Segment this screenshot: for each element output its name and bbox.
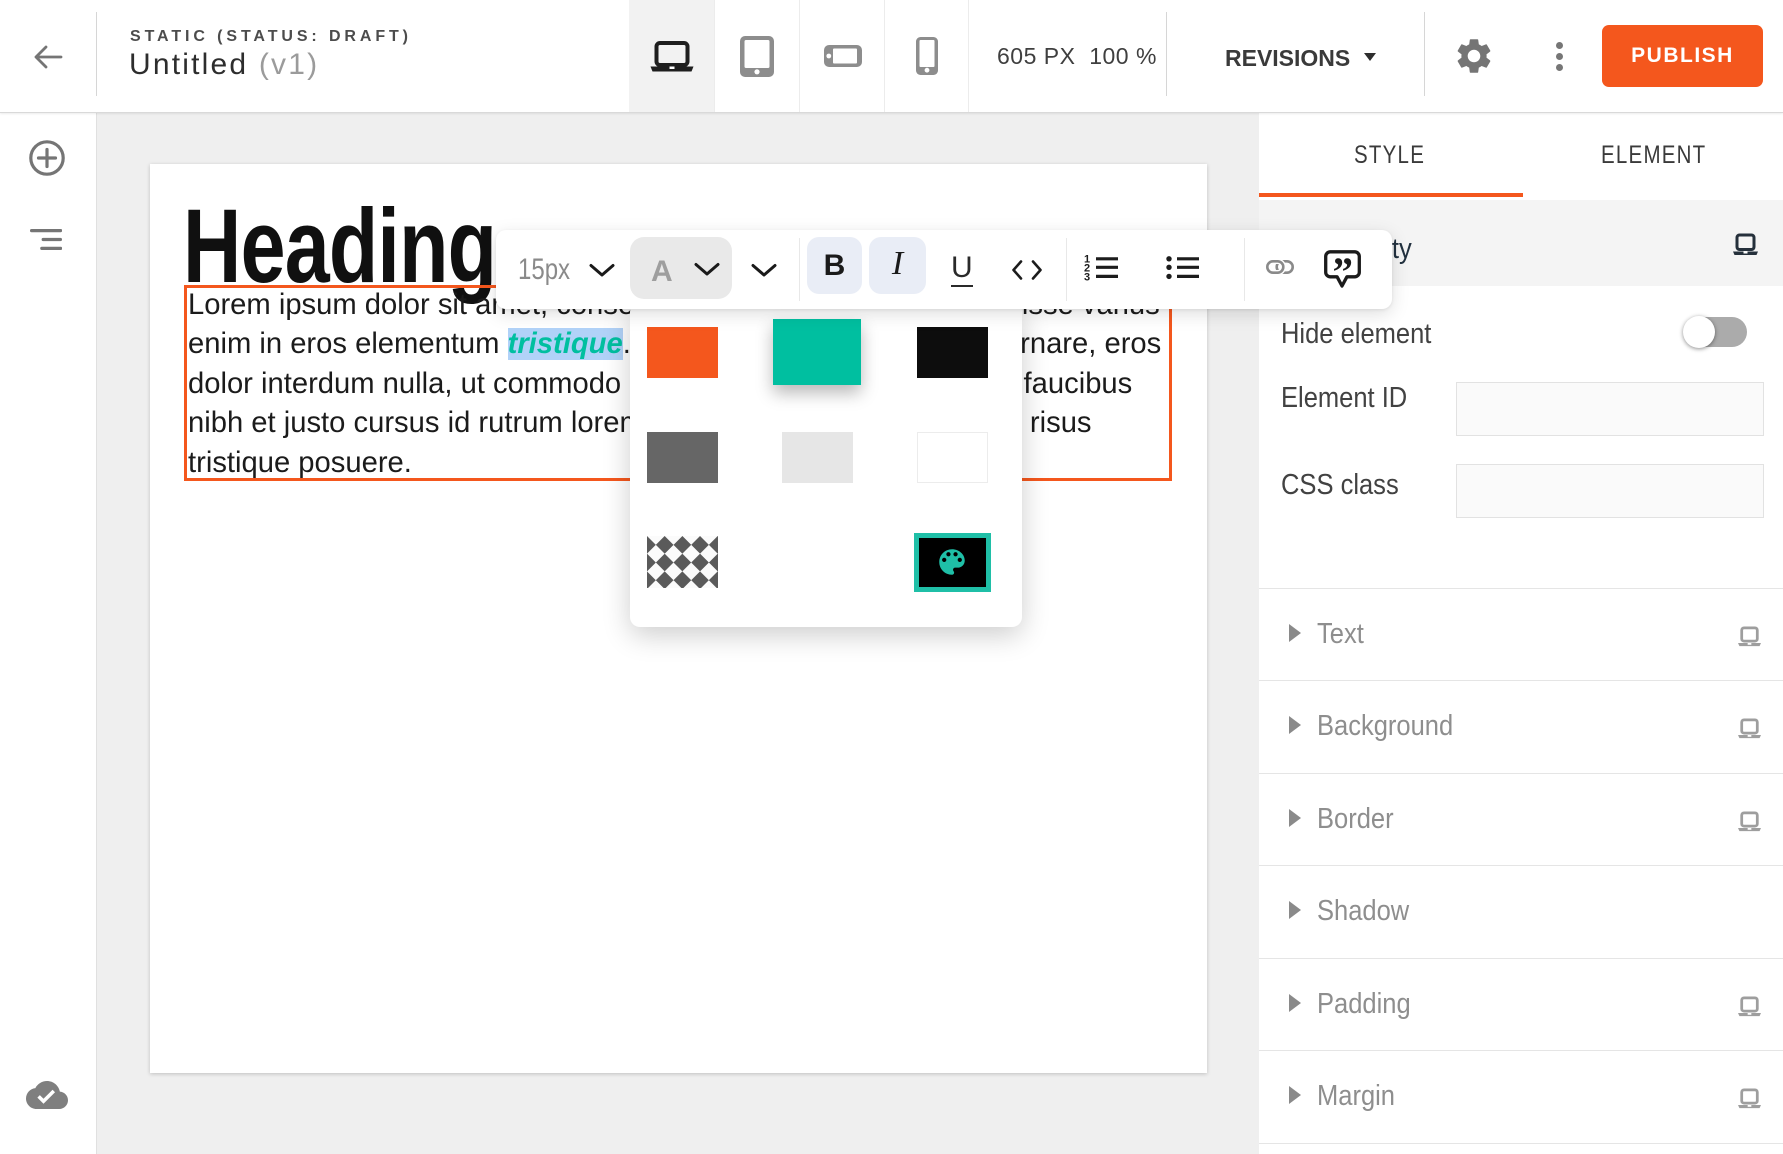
svg-text:”: ” (1333, 250, 1354, 289)
svg-text:3: 3 (1084, 272, 1090, 282)
